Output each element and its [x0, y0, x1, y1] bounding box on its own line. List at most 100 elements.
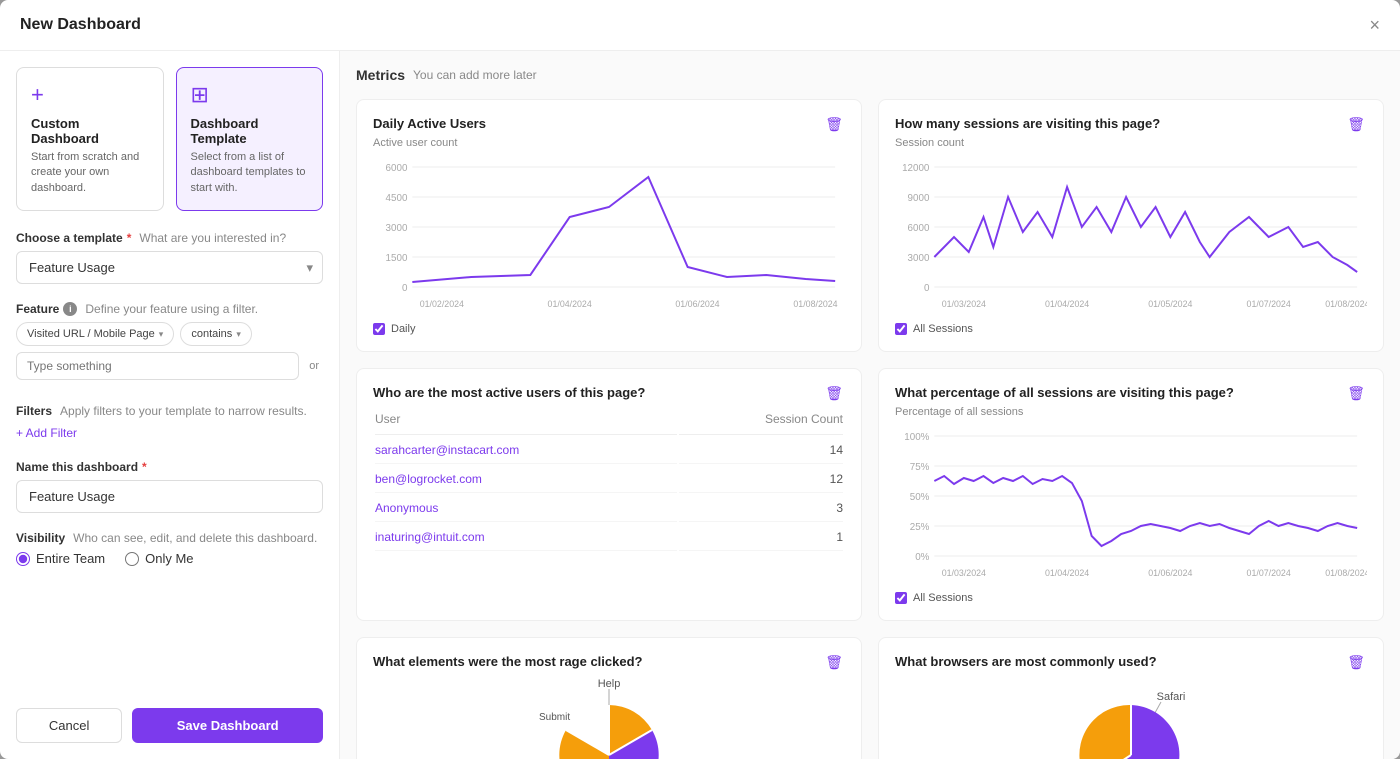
custom-dashboard-card[interactable]: + Custom Dashboard Start from scratch an…	[16, 67, 164, 211]
svg-text:12000: 12000	[902, 163, 930, 174]
user-cell: inaturing@intuit.com	[375, 524, 677, 551]
count-cell: 3	[679, 495, 843, 522]
filters-label: Filters Apply filters to your template t…	[16, 404, 323, 418]
left-footer: Cancel Save Dashboard	[16, 696, 323, 743]
count-cell: 12	[679, 466, 843, 493]
svg-text:01/04/2024: 01/04/2024	[1045, 568, 1089, 578]
chart-header: How many sessions are visiting this page…	[895, 116, 1367, 133]
svg-text:100%: 100%	[904, 432, 929, 443]
chart-legend: All Sessions	[895, 323, 1367, 335]
pie-chart-container: Help	[373, 675, 845, 759]
user-column-header: User	[375, 408, 677, 435]
entire-team-option[interactable]: Entire Team	[16, 551, 105, 566]
delete-chart-button[interactable]: 🗑	[1345, 654, 1367, 671]
entire-team-radio[interactable]	[16, 552, 30, 566]
feature-section: Feature i Define your feature using a fi…	[16, 302, 323, 386]
chart-header: What browsers are most commonly used? 🗑	[895, 654, 1367, 671]
info-icon: i	[63, 302, 77, 316]
line-chart-area: 12000 9000 6000 3000 0 01/03/2024 01/04/…	[895, 157, 1367, 317]
user-cell: Anonymous	[375, 495, 677, 522]
percentage-chart-area: 100% 75% 50% 25% 0% 01/03/2024 01/04/202…	[895, 426, 1367, 586]
svg-text:01/07/2024: 01/07/2024	[1247, 299, 1291, 309]
legend-checkbox[interactable]	[373, 323, 385, 335]
svg-text:01/05/2024: 01/05/2024	[1148, 299, 1192, 309]
rage-clicked-card: What elements were the most rage clicked…	[356, 637, 862, 759]
delete-chart-button[interactable]: 🗑	[823, 116, 845, 133]
modal-body: + Custom Dashboard Start from scratch an…	[0, 51, 1400, 759]
metrics-title: Metrics	[356, 67, 405, 83]
table-row: ben@logrocket.com 12	[375, 466, 843, 493]
chart-title: Daily Active Users	[373, 116, 823, 131]
template-select[interactable]: Feature Usage User Retention Conversion …	[16, 251, 323, 284]
browsers-card: What browsers are most commonly used? 🗑 …	[878, 637, 1384, 759]
contains-filter-pill[interactable]: contains ▾	[180, 322, 252, 346]
visibility-label: Visibility Who can see, edit, and delete…	[16, 531, 323, 545]
chart-header: What elements were the most rage clicked…	[373, 654, 845, 671]
delete-chart-button[interactable]: 🗑	[823, 654, 845, 671]
chart-subtitle: Session count	[895, 137, 1367, 149]
svg-text:01/08/2024: 01/08/2024	[1325, 568, 1367, 578]
svg-text:01/03/2024: 01/03/2024	[942, 568, 986, 578]
metrics-subtitle: You can add more later	[413, 68, 537, 82]
modal-title: New Dashboard	[20, 16, 141, 34]
table-row: sarahcarter@instacart.com 14	[375, 437, 843, 464]
delete-chart-button[interactable]: 🗑	[1345, 385, 1367, 402]
dashboard-template-desc: Select from a list of dashboard template…	[191, 150, 309, 196]
svg-text:01/04/2024: 01/04/2024	[548, 299, 592, 309]
rage-pie-chart-svg: Help	[509, 675, 709, 759]
svg-text:01/06/2024: 01/06/2024	[1148, 568, 1192, 578]
active-users-table: User Session Count sarahcarter@instacart…	[373, 406, 845, 553]
template-icon: ⊞	[191, 82, 309, 108]
charts-grid: Daily Active Users 🗑 Active user count	[356, 99, 1384, 759]
right-panel: Metrics You can add more later Daily Act…	[340, 51, 1400, 759]
dashboard-template-card[interactable]: ⊞ Dashboard Template Select from a list …	[176, 67, 324, 211]
legend-checkbox[interactable]	[895, 323, 907, 335]
daily-active-users-card: Daily Active Users 🗑 Active user count	[356, 99, 862, 352]
session-line-chart-svg: 12000 9000 6000 3000 0 01/03/2024 01/04/…	[895, 157, 1367, 317]
table-row: inaturing@intuit.com 1	[375, 524, 843, 551]
line-chart-area: 6000 4500 3000 1500 0 01/02/2024 01/04/2…	[373, 157, 845, 317]
filters-section: Filters Apply filters to your template t…	[16, 404, 323, 442]
template-select-wrapper: Feature Usage User Retention Conversion …	[16, 251, 323, 284]
cancel-button[interactable]: Cancel	[16, 708, 122, 743]
svg-text:01/02/2024: 01/02/2024	[420, 299, 464, 309]
feature-label: Feature i Define your feature using a fi…	[16, 302, 323, 316]
delete-chart-button[interactable]: 🗑	[823, 385, 845, 402]
name-dashboard-section: Name this dashboard *	[16, 460, 323, 513]
dashboard-name-input[interactable]	[16, 480, 323, 513]
chart-header: Who are the most active users of this pa…	[373, 385, 845, 402]
save-dashboard-button[interactable]: Save Dashboard	[132, 708, 323, 743]
add-filter-button[interactable]: + Add Filter	[16, 424, 77, 442]
chart-header: What percentage of all sessions are visi…	[895, 385, 1367, 402]
modal-overlay: New Dashboard × + Custom Dashboard Start…	[0, 0, 1400, 759]
svg-text:0%: 0%	[915, 552, 929, 563]
svg-text:25%: 25%	[910, 522, 930, 533]
chart-header: Daily Active Users 🗑	[373, 116, 845, 133]
chart-title: What elements were the most rage clicked…	[373, 654, 823, 669]
chart-subtitle: Active user count	[373, 137, 845, 149]
left-panel: + Custom Dashboard Start from scratch an…	[0, 51, 340, 759]
svg-text:01/06/2024: 01/06/2024	[675, 299, 719, 309]
only-me-option[interactable]: Only Me	[125, 551, 193, 566]
svg-text:3000: 3000	[386, 223, 408, 234]
svg-text:Safari: Safari	[1157, 691, 1186, 703]
svg-text:01/04/2024: 01/04/2024	[1045, 299, 1089, 309]
delete-chart-button[interactable]: 🗑	[1345, 116, 1367, 133]
url-filter-pill[interactable]: Visited URL / Mobile Page ▾	[16, 322, 174, 346]
legend-checkbox[interactable]	[895, 592, 907, 604]
close-button[interactable]: ×	[1369, 16, 1380, 34]
choose-template-section: Choose a template * What are you interes…	[16, 231, 323, 284]
new-dashboard-modal: New Dashboard × + Custom Dashboard Start…	[0, 0, 1400, 759]
only-me-radio[interactable]	[125, 552, 139, 566]
svg-text:01/03/2024: 01/03/2024	[942, 299, 986, 309]
plus-icon: +	[31, 82, 149, 108]
chart-legend: All Sessions	[895, 592, 1367, 604]
svg-text:75%: 75%	[910, 462, 930, 473]
svg-text:01/08/2024: 01/08/2024	[1325, 299, 1367, 309]
svg-text:6000: 6000	[908, 223, 930, 234]
modal-header: New Dashboard ×	[0, 0, 1400, 51]
svg-text:1500: 1500	[386, 253, 408, 264]
custom-dashboard-title: Custom Dashboard	[31, 116, 149, 146]
feature-filter-input[interactable]	[16, 352, 299, 380]
svg-text:Submit: Submit	[539, 712, 570, 723]
